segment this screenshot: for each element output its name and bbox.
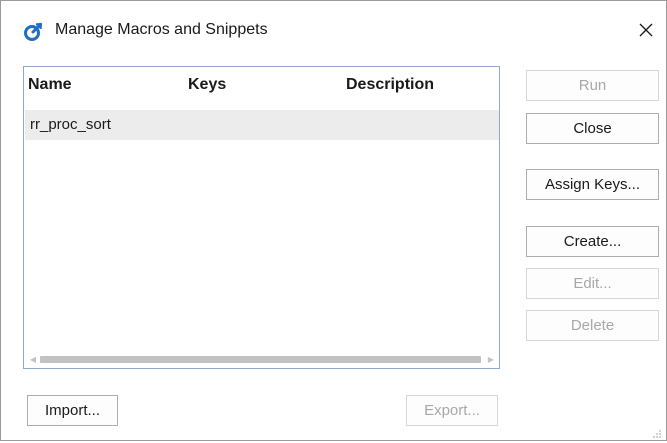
column-header-description[interactable]: Description (346, 76, 434, 94)
resize-grip-icon[interactable] (652, 426, 662, 438)
manage-macros-dialog: Manage Macros and Snippets Name Keys Des… (0, 0, 667, 441)
create-button[interactable]: Create... (526, 226, 659, 257)
export-button[interactable]: Export... (406, 395, 498, 426)
macro-app-icon (23, 22, 43, 42)
title-bar: Manage Macros and Snippets (1, 1, 666, 63)
list-header: Name Keys Description (24, 67, 499, 107)
assign-keys-button[interactable]: Assign Keys... (526, 169, 659, 200)
horizontal-scrollbar[interactable]: ◀ ▶ (25, 352, 499, 366)
edit-button[interactable]: Edit... (526, 268, 659, 299)
import-button[interactable]: Import... (27, 395, 118, 426)
list-item[interactable]: rr_proc_sort (25, 110, 499, 140)
close-icon[interactable] (631, 15, 661, 45)
close-button[interactable]: Close (526, 113, 659, 144)
macros-list[interactable]: Name Keys Description rr_proc_sort ◀ ▶ (23, 66, 500, 369)
delete-button[interactable]: Delete (526, 310, 659, 341)
window-title: Manage Macros and Snippets (55, 21, 268, 38)
scroll-right-icon[interactable]: ▶ (485, 352, 497, 366)
column-header-name[interactable]: Name (28, 76, 72, 94)
list-item-name: rr_proc_sort (30, 116, 111, 133)
run-button[interactable]: Run (526, 70, 659, 101)
column-header-keys[interactable]: Keys (188, 76, 226, 94)
scroll-left-icon[interactable]: ◀ (27, 352, 39, 366)
scrollbar-thumb[interactable] (40, 356, 481, 363)
